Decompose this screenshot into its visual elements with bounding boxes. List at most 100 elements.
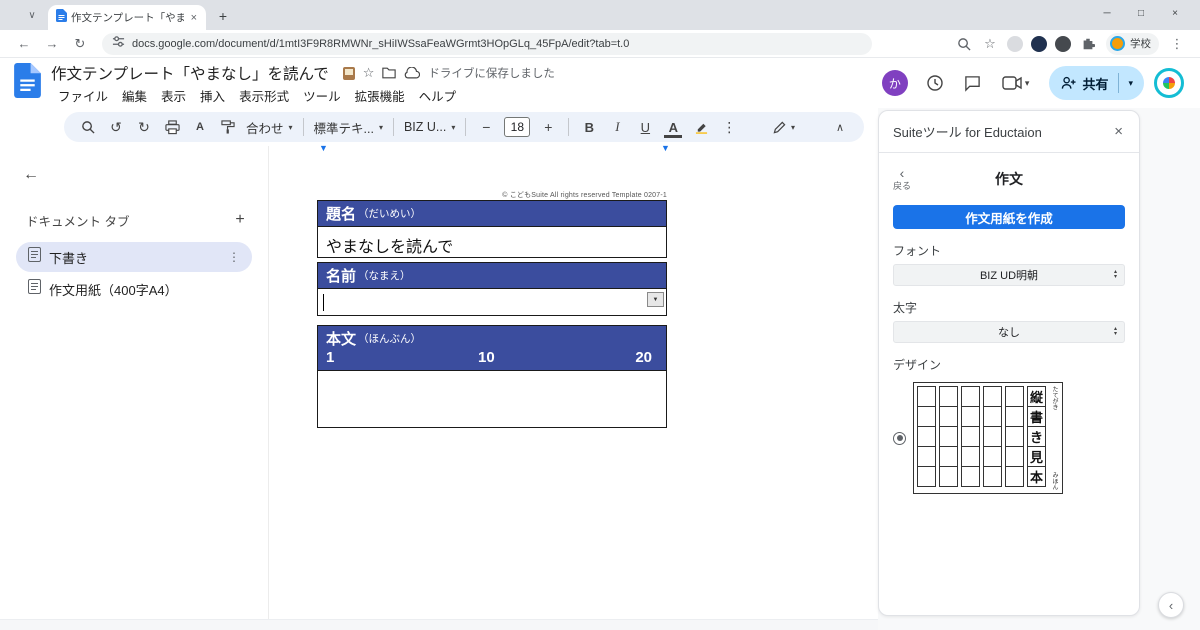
menu-file[interactable]: ファイル [51,85,115,106]
template-block: 題名 （だいめい） やまなしを読んで 名前 （なまえ） ▼ [317,201,667,428]
move-folder-icon[interactable] [382,67,396,79]
body-input-cell[interactable] [317,370,667,428]
ruler-indent-marker[interactable]: ▼ [319,143,328,153]
extension-icon[interactable] [1055,36,1071,52]
paint-format-icon[interactable] [217,115,239,139]
browser-forward-button[interactable]: → [41,33,63,55]
menu-tools[interactable]: ツール [296,85,348,106]
sidebar-collapse-icon[interactable]: ← [16,160,46,190]
name-dropdown-button[interactable]: ▼ [647,292,664,307]
menu-view[interactable]: 表示 [154,85,193,106]
search-menus-icon[interactable] [77,115,99,139]
document-canvas[interactable]: ▼ ▼ © こどもSuite All rights reserved Templ… [268,146,878,630]
meet-dropdown-icon[interactable]: ▾ [1025,78,1030,89]
undo-icon[interactable]: ↺ [105,115,127,139]
text-cursor [323,294,324,311]
character-count-ruler: 1 10 20 [326,349,658,368]
browser-back-button[interactable]: ← [13,33,35,55]
share-dropdown-icon[interactable]: ▾ [1121,78,1140,89]
meet-button[interactable]: ▾ [996,76,1036,90]
menu-extensions[interactable]: 拡張機能 [348,85,412,106]
share-button[interactable]: 共有 ▾ [1049,66,1144,100]
menu-insert[interactable]: 挿入 [193,85,232,106]
browser-tab[interactable]: 作文テンプレート「やまなし」を読んで × [48,5,206,30]
paragraph-style-select[interactable]: 標準テキ... ▾ [314,118,383,137]
title-area: 作文テンプレート「やまなし」を読んで ☆ ドライブに保存しました ファイル 編集… [51,61,555,105]
comments-icon[interactable] [956,66,990,100]
new-tab-button[interactable]: + [212,5,234,27]
furigana-column: たてがき みほん [1050,386,1059,490]
extensions-puzzle-icon[interactable] [1077,33,1099,55]
title-header-ruby: （だいめい） [358,206,421,221]
suite-app-logo-core [1163,77,1175,89]
bold-button[interactable]: B [578,115,600,139]
underline-button[interactable]: U [634,115,656,139]
select-arrows-icon: ▴▾ [1114,270,1117,280]
browser-menu-icon[interactable]: ⋮ [1166,33,1188,55]
zoom-select[interactable]: 合わせ ▾ [246,118,293,137]
tune-icon[interactable] [112,35,125,53]
bookmark-star-icon[interactable]: ☆ [979,33,1001,55]
print-icon[interactable] [161,115,183,139]
cloud-status-icon[interactable] [404,67,420,79]
create-sakubun-paper-button[interactable]: 作文用紙を作成 [893,205,1125,229]
window-close-button[interactable]: × [1158,0,1192,26]
suite-app-logo[interactable] [1154,68,1184,98]
style-dropdown-icon: ▾ [379,123,383,132]
panel-close-icon[interactable]: × [1112,123,1125,140]
docs-logo-icon[interactable] [14,63,41,103]
extension-icon[interactable] [1007,36,1023,52]
text-color-button[interactable]: A [662,115,684,139]
tab-options-icon[interactable]: ⋮ [224,250,244,264]
panel-back-button[interactable]: ‹ 戻る [893,167,911,192]
font-size-decrease-button[interactable]: − [475,115,497,139]
browser-reload-button[interactable]: ↻ [69,33,91,55]
tab-close-icon[interactable]: × [188,12,200,24]
tab-list-chevron-icon[interactable]: ∨ [22,5,42,25]
name-input-cell[interactable]: ▼ [317,288,667,316]
spellcheck-icon[interactable]: A✓ [189,115,211,139]
toolbar-divider [393,118,394,136]
window-maximize-button[interactable]: □ [1124,0,1158,26]
menu-edit[interactable]: 編集 [115,85,154,106]
page-zoom-icon[interactable] [953,33,975,55]
title-value-cell[interactable]: やまなしを読んで [317,226,667,258]
sidebar-item-draft[interactable]: 下書き ⋮ [16,242,252,272]
user-avatar[interactable]: か [882,70,908,96]
toolbar-more-icon[interactable]: ⋮ [718,115,740,139]
browser-profile-chip[interactable]: 学校 [1106,33,1159,55]
font-size-input[interactable]: 18 [504,117,530,137]
collapse-panel-button[interactable]: ‹ [1158,592,1184,618]
highlight-color-icon[interactable] [690,115,712,139]
sample-char: 縦 [1027,386,1046,407]
grid-column [917,386,936,487]
sample-char: き [1027,426,1046,447]
url-omnibox[interactable]: docs.google.com/document/d/1mtI3F9R8RMWN… [102,33,872,55]
design-preview[interactable]: 縦 書 き 見 本 たてがき みほん [913,382,1063,494]
add-tab-button[interactable]: + [228,208,252,232]
editor-column: ↺ ↻ A✓ 合わせ ▾ [0,108,878,630]
star-document-icon[interactable]: ☆ [363,65,375,81]
grid-column [983,386,1002,487]
share-label: 共有 [1082,74,1108,93]
design-radio-button[interactable] [893,432,906,445]
bold-select[interactable]: なし ▴▾ [893,321,1125,343]
sidebar-item-sakubun-paper[interactable]: 作文用紙（400字A4） [16,274,252,304]
window-controls: ─ □ × [1090,0,1192,26]
window-minimize-button[interactable]: ─ [1090,0,1124,26]
profile-avatar [1110,36,1125,51]
italic-button[interactable]: I [606,115,628,139]
document-title[interactable]: 作文テンプレート「やまなし」を読んで [51,62,329,84]
menu-format[interactable]: 表示形式 [232,85,296,106]
redo-icon[interactable]: ↻ [133,115,155,139]
font-size-increase-button[interactable]: + [537,115,559,139]
extension-icon[interactable] [1031,36,1047,52]
editing-mode-select[interactable]: ▾ [773,121,795,134]
font-select-value: BIZ UD明朝 [980,267,1038,283]
version-history-icon[interactable] [918,66,952,100]
font-family-select[interactable]: BIZ U... ▾ [404,120,455,134]
font-select[interactable]: BIZ UD明朝 ▴▾ [893,264,1125,286]
hide-menus-icon[interactable]: ∧ [829,115,851,139]
ruler-indent-marker[interactable]: ▼ [661,143,670,153]
menu-help[interactable]: ヘルプ [412,85,464,106]
